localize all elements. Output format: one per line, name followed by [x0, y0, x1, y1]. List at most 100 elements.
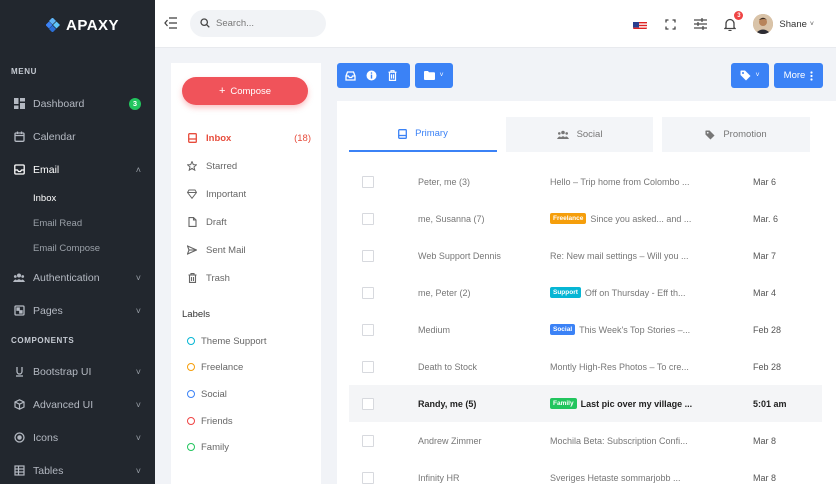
email-checkbox[interactable]	[362, 286, 374, 299]
folder-label: Trash	[206, 272, 230, 284]
tag-icon	[705, 129, 715, 140]
sidebar-item-label: Authentication	[33, 271, 100, 284]
fullscreen-icon[interactable]	[663, 17, 677, 31]
email-subject-text: This Week's Top Stories –...	[579, 324, 691, 335]
email-row[interactable]: me, Peter (2) Support Off on Thursday - Ef…	[349, 274, 822, 311]
email-tag: Freelance	[550, 213, 587, 224]
label-dropdown[interactable]: ˅	[731, 63, 769, 88]
search-icon	[200, 15, 210, 33]
email-checkbox[interactable]	[362, 397, 374, 410]
sidebar-item-pages[interactable]: Pages ˅	[0, 294, 155, 327]
sidebar-subitem-email-compose[interactable]: Email Compose	[0, 236, 155, 261]
email-checkbox[interactable]	[362, 323, 374, 336]
email-checkbox[interactable]	[362, 360, 374, 373]
email-date: Mar 8	[753, 435, 777, 446]
email-row[interactable]: Medium Social This Week's Top Stories –...…	[349, 311, 822, 348]
sidebar-item-email[interactable]: Email ˄	[0, 153, 155, 186]
bell-icon[interactable]: 3	[723, 11, 744, 31]
info-icon[interactable]	[361, 63, 382, 88]
email-row[interactable]: Randy, me (5) Family Last pic over my vill…	[349, 385, 822, 422]
email-subject: Sveriges Hetaste sommarjobb ...	[550, 473, 681, 483]
search-input[interactable]	[216, 18, 316, 29]
tab-social[interactable]: Social	[506, 117, 653, 152]
calendar-icon	[13, 131, 25, 143]
sidebar-item-bootstrap-ui[interactable]: Bootstrap UI ˅	[0, 355, 155, 388]
sidebar-item-dashboard[interactable]: Dashboard 3	[0, 87, 155, 120]
email-row[interactable]: Infinity HR Sveriges Hetaste sommarjobb .…	[349, 459, 822, 484]
sidebar-item-tables[interactable]: Tables ˅	[0, 454, 155, 484]
folder-sent-mail[interactable]: Sent Mail	[187, 241, 311, 259]
chevron-up-icon: ˄	[135, 164, 141, 175]
email-checkbox[interactable]	[362, 471, 374, 484]
sidebar-subitem-inbox[interactable]: Inbox	[0, 186, 155, 211]
tab-label: Primary	[415, 128, 448, 139]
action-button-group	[337, 63, 410, 88]
archive-icon[interactable]	[340, 63, 361, 88]
sidebar-item-icons[interactable]: Icons ˅	[0, 421, 155, 454]
sidebar-subitem-email-read[interactable]: Email Read	[0, 211, 155, 236]
email-date: Mar 8	[753, 472, 777, 483]
label-theme-support[interactable]: Theme Support	[187, 333, 266, 349]
sidebar-item-label: Advanced UI	[33, 398, 94, 411]
dashboard-badge: 3	[129, 97, 141, 110]
labels-title: Labels	[182, 309, 210, 320]
sidebar-item-label: Icons	[33, 431, 59, 444]
menu-toggle-icon[interactable]	[164, 16, 180, 30]
notification-badge: 3	[734, 11, 744, 20]
label-freelance[interactable]: Freelance	[187, 359, 243, 375]
email-row[interactable]: Web Support Dennis Re: New mail settings …	[349, 237, 822, 274]
topbar: 3 Shane ˅	[155, 0, 836, 48]
label-friends[interactable]: Friends	[187, 413, 233, 429]
circle-icon	[187, 337, 195, 345]
kebab-icon	[810, 70, 813, 81]
search-box	[190, 10, 326, 37]
email-tag: Support	[550, 287, 581, 298]
folder-icon	[424, 71, 436, 80]
inbox-icon	[398, 128, 408, 139]
brand[interactable]: APAXY	[0, 0, 155, 50]
user-menu[interactable]: Shane ˅	[753, 14, 814, 34]
avatar	[753, 14, 774, 34]
us-flag-icon[interactable]	[633, 19, 648, 29]
folder-trash[interactable]: Trash	[187, 269, 311, 287]
email-checkbox[interactable]	[362, 249, 374, 262]
sidebar-item-authentication[interactable]: Authentication ˅	[0, 261, 155, 294]
sidebar-item-label: Email	[33, 163, 60, 176]
box-icon	[13, 399, 25, 411]
email-sender: me, Peter (2)	[418, 287, 471, 298]
sidebar-item-calendar[interactable]: Calendar	[0, 120, 155, 153]
email-subject: Re: New mail settings – Will you ...	[550, 251, 689, 261]
more-button[interactable]: More	[774, 63, 823, 88]
email-tabs: Primary Social Promotion	[349, 117, 810, 153]
folder-starred[interactable]: Starred	[187, 157, 311, 175]
email-date: Mar 6	[753, 176, 777, 187]
folder-important[interactable]: Important	[187, 185, 311, 203]
email-subject: Support Off on Thursday - Eff th...	[550, 287, 685, 298]
inbox-count: (18)	[294, 132, 311, 144]
trash-icon[interactable]	[382, 63, 403, 88]
email-checkbox[interactable]	[362, 434, 374, 447]
sidebar-item-advanced-ui[interactable]: Advanced UI ˅	[0, 388, 155, 421]
label-text: Freelance	[201, 361, 244, 373]
email-row[interactable]: Andrew Zimmer Mochila Beta: Subscription …	[349, 422, 822, 459]
compose-label: Compose	[230, 85, 272, 97]
email-date: Mar 4	[753, 287, 777, 298]
email-row[interactable]: me, Susanna (7) Freelance Since you asked.…	[349, 200, 822, 237]
folder-inbox[interactable]: Inbox (18)	[187, 129, 311, 147]
label-social[interactable]: Social	[187, 386, 227, 402]
email-row[interactable]: Peter, me (3) Hello – Trip home from Colo…	[349, 163, 822, 200]
tab-promotion[interactable]: Promotion	[662, 117, 810, 152]
move-folder-dropdown[interactable]: ˅	[415, 63, 453, 88]
circle-icon	[187, 417, 195, 425]
label-family[interactable]: Family	[187, 439, 229, 455]
email-checkbox[interactable]	[362, 212, 374, 225]
email-row[interactable]: Death to Stock Montly High-Res Photos – T…	[349, 348, 822, 385]
settings-sliders-icon[interactable]	[693, 17, 707, 31]
folder-draft[interactable]: Draft	[187, 213, 311, 231]
tab-primary[interactable]: Primary	[349, 117, 497, 152]
email-subject-text: Last pic over my village ...	[580, 398, 693, 409]
compose-button[interactable]: + Compose	[182, 77, 308, 105]
email-checkbox[interactable]	[362, 175, 374, 188]
menu-section-title: MENU	[11, 66, 37, 76]
email-subject: Freelance Since you asked... and ...	[550, 213, 691, 224]
